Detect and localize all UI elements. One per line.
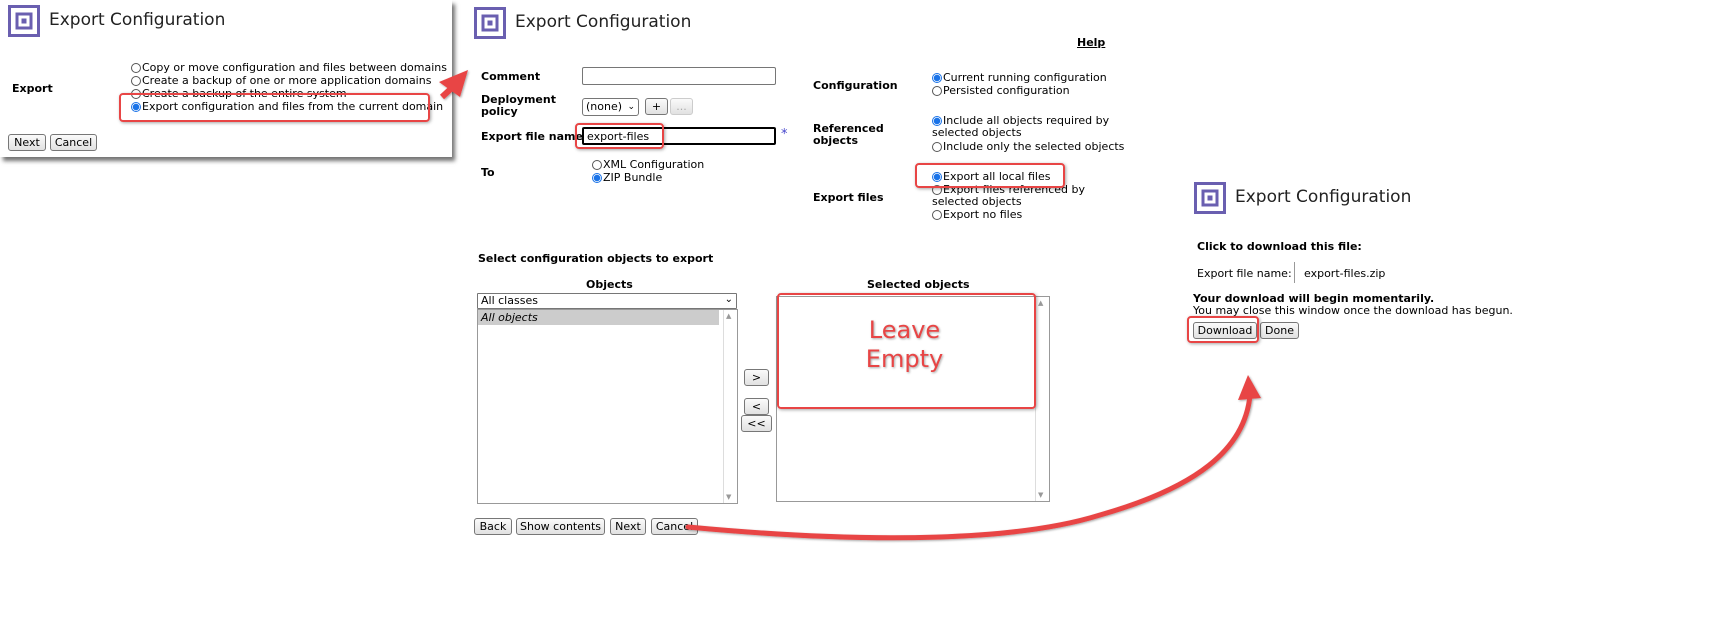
- arrow-to-panel2: [439, 70, 468, 100]
- annotation-arrows: [439, 70, 1261, 541]
- arrow-to-download: [685, 375, 1261, 541]
